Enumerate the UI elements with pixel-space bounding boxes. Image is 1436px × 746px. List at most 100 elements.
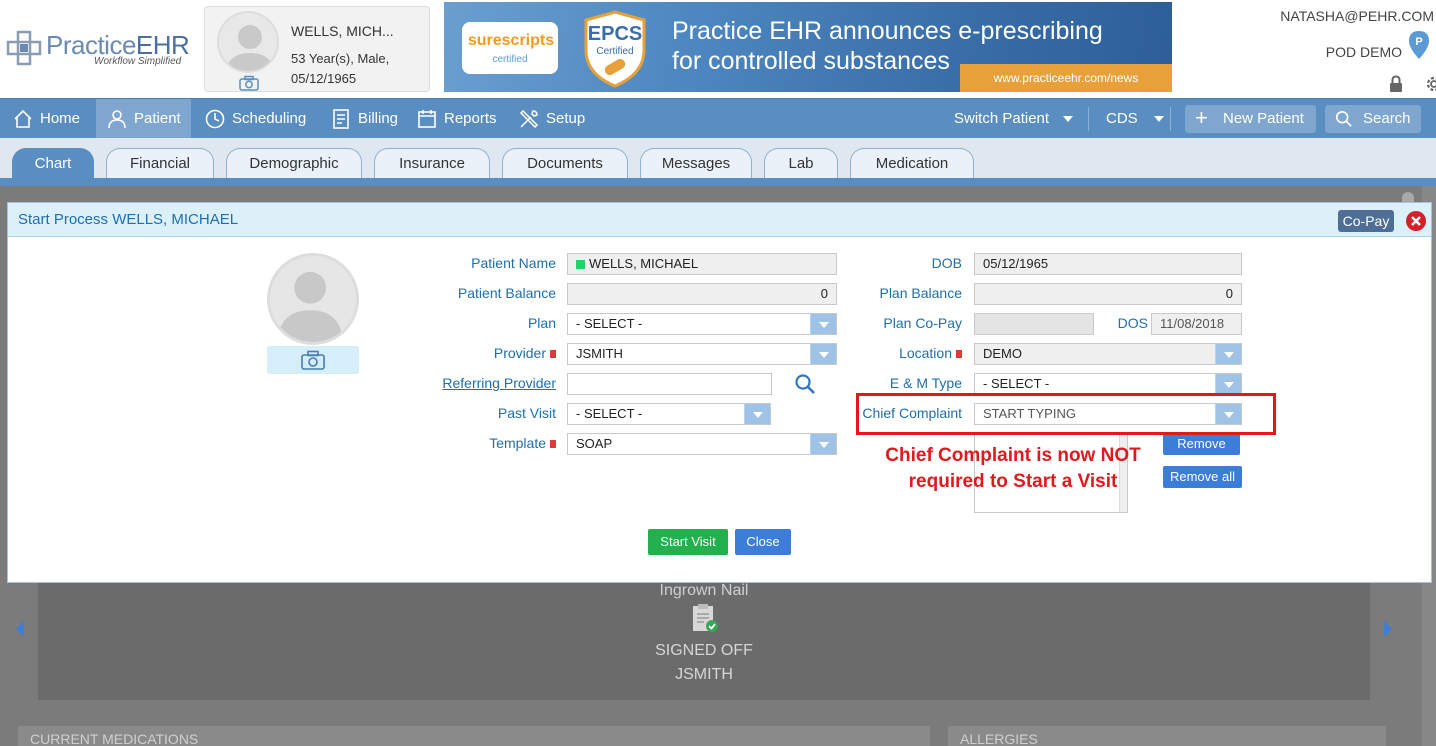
chevron-down-icon	[810, 434, 836, 454]
carousel-left-arrow-icon[interactable]	[14, 620, 26, 638]
required-marker	[550, 350, 556, 359]
lock-icon[interactable]	[1386, 74, 1406, 94]
chevron-down-icon	[1153, 116, 1164, 123]
em-type-label: E & M Type	[889, 375, 962, 391]
referring-provider-input[interactable]	[567, 373, 772, 395]
allergies-panel[interactable]: ALLERGIES	[948, 726, 1386, 746]
plan-label: Plan	[527, 315, 556, 331]
remove-all-button[interactable]: Remove all	[1163, 466, 1242, 488]
visit-signer: JSMITH	[675, 666, 733, 683]
chevron-down-icon	[1063, 116, 1074, 123]
calendar-icon	[418, 110, 436, 128]
banner-url[interactable]: www.practiceehr.com/news	[960, 64, 1172, 92]
provider-label: Provider	[438, 343, 556, 363]
practice-ehr-logo[interactable]: PracticeEHR Workflow Simplified	[6, 28, 190, 72]
patient-name: WELLS, MICH...	[291, 23, 394, 39]
clipboard-check-icon	[693, 604, 718, 632]
upload-photo-button[interactable]	[267, 346, 359, 374]
user-area: NATASHA@PEHR.COM POD DEMO P	[1270, 0, 1436, 98]
referring-provider-link[interactable]: Referring Provider	[438, 373, 556, 393]
nav-scheduling[interactable]: Scheduling	[194, 99, 316, 139]
past-visit-label: Past Visit	[497, 405, 556, 421]
epcs-announcement-banner[interactable]: surescripts certified EPCS Certified Pra…	[444, 2, 1172, 92]
plan-copay-label: Plan Co-Pay	[883, 315, 962, 331]
search-icon[interactable]	[794, 373, 816, 395]
search-button[interactable]: Search	[1325, 105, 1421, 133]
practice-name: POD DEMO	[1325, 44, 1402, 60]
patient-age-sex: 53 Year(s), Male,	[291, 51, 390, 66]
start-visit-button[interactable]: Start Visit	[648, 529, 728, 555]
svg-text:P: P	[1415, 36, 1422, 48]
visit-title: Ingrown Nail	[659, 582, 749, 599]
plan-copay-field	[974, 313, 1094, 335]
plus-icon: +	[1195, 105, 1208, 130]
epcs-certified-shield-icon: EPCS Certified	[584, 10, 646, 88]
close-icon[interactable]	[1404, 209, 1428, 233]
chevron-down-icon	[1215, 344, 1241, 364]
location-label: Location	[848, 343, 962, 363]
chevron-down-icon	[810, 344, 836, 364]
close-button[interactable]: Close	[735, 529, 791, 555]
cds-dropdown[interactable]: CDS	[1106, 99, 1164, 139]
surescripts-badge: surescripts certified	[462, 22, 558, 74]
visit-status: SIGNED OFF	[655, 642, 753, 659]
user-email[interactable]: NATASHA@PEHR.COM	[1280, 8, 1434, 24]
plan-balance-field: 0	[974, 283, 1242, 305]
patient-balance-field: 0	[567, 283, 837, 305]
new-patient-button[interactable]: + New Patient	[1185, 105, 1316, 133]
svg-text:EPCS: EPCS	[588, 23, 642, 45]
billing-icon	[333, 109, 349, 129]
plan-balance-label: Plan Balance	[879, 285, 962, 301]
location-pin-icon[interactable]: P	[1408, 30, 1430, 60]
location-select[interactable]: DEMO	[974, 343, 1242, 365]
patient-dob: 05/12/1965	[291, 71, 357, 86]
patient-name-label: Patient Name	[471, 255, 556, 271]
svg-text:Certified: Certified	[596, 46, 633, 57]
copay-button[interactable]: Co-Pay	[1338, 210, 1394, 232]
logo-tagline: Workflow Simplified	[94, 56, 182, 67]
nav-billing[interactable]: Billing	[320, 99, 408, 139]
app-header: PracticeEHR Workflow Simplified WELLS, M…	[0, 0, 1436, 98]
tab-underline	[0, 178, 1436, 186]
dialog-title: Start Process WELLS, MICHAEL	[18, 211, 239, 228]
person-icon	[108, 110, 126, 129]
past-visit-select[interactable]: - SELECT -	[567, 403, 771, 425]
dialog-header: Start Process WELLS, MICHAEL Co-Pay	[8, 203, 1431, 237]
camera-icon	[301, 350, 325, 370]
patient-avatar	[217, 11, 279, 73]
nav-patient[interactable]: Patient	[96, 99, 191, 139]
patient-info: 53 Year(s), Male, 05/12/1965	[291, 49, 389, 89]
search-icon	[1335, 110, 1352, 127]
camera-icon[interactable]	[239, 75, 259, 91]
dob-label: DOB	[931, 255, 962, 271]
template-label: Template	[438, 433, 556, 453]
annotation-text: Chief Complaint is now NOT required to S…	[885, 445, 1141, 492]
em-type-select[interactable]: - SELECT -	[974, 373, 1242, 395]
nav-home[interactable]: Home	[2, 99, 90, 139]
tools-icon	[519, 109, 539, 129]
clock-icon	[205, 109, 225, 129]
dos-label: DOS	[1117, 315, 1148, 331]
annotation-highlight-box	[856, 393, 1276, 435]
visit-card[interactable]: Ingrown Nail SIGNED OFF JSMITH	[38, 582, 1370, 700]
nav-reports[interactable]: Reports	[406, 99, 507, 139]
current-medications-panel[interactable]: CURRENT MEDICATIONS	[18, 726, 930, 746]
nav-divider	[1170, 107, 1171, 131]
start-process-dialog: Start Process WELLS, MICHAEL Co-Pay Pati…	[7, 202, 1432, 583]
nav-setup[interactable]: Setup	[508, 99, 595, 139]
dob-field: 05/12/1965	[974, 253, 1242, 275]
plan-select[interactable]: - SELECT -	[567, 313, 837, 335]
dos-field: 11/08/2018	[1151, 313, 1242, 335]
nav-divider	[1088, 107, 1089, 131]
patient-summary-card[interactable]: WELLS, MICH... 53 Year(s), Male, 05/12/1…	[204, 6, 430, 92]
switch-patient-dropdown[interactable]: Switch Patient	[954, 99, 1074, 139]
status-dot	[576, 260, 585, 270]
chevron-down-icon	[1215, 374, 1241, 394]
template-select[interactable]: SOAP	[567, 433, 837, 455]
provider-select[interactable]: JSMITH	[567, 343, 837, 365]
carousel-right-arrow-icon[interactable]	[1382, 620, 1394, 638]
required-marker	[956, 350, 962, 359]
logo-cross-icon	[6, 30, 42, 66]
remove-button[interactable]: Remove	[1163, 433, 1240, 455]
gear-icon[interactable]	[1424, 74, 1436, 94]
